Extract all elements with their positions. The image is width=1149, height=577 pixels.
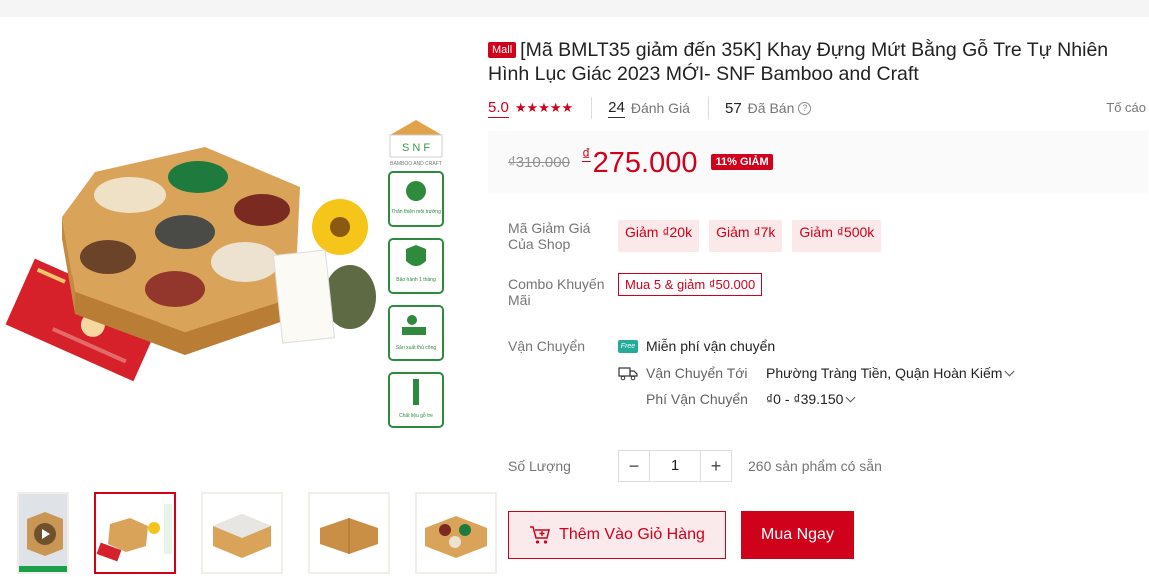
ship-to-label: Vận Chuyển Tới <box>646 365 748 381</box>
quantity-row: Số Lượng − 1 + 260 sản phẩm có sẵn <box>508 450 1148 482</box>
add-to-cart-button[interactable]: Thêm Vào Giỏ Hàng <box>508 511 726 559</box>
old-price: ₫310.000 <box>508 153 570 171</box>
combo-row: Combo Khuyến Mãi Mua 5 & giảm ₫50.000 <box>508 273 1148 308</box>
divider <box>707 97 709 119</box>
voucher-list: Giảm ₫20k Giảm ₫7k Giảm ₫500k <box>618 220 882 252</box>
action-row: Thêm Vào Giỏ Hàng Mua Ngay <box>508 511 1148 559</box>
product-info: Mall [Mã BMLT35 giảm đến 35K] Khay Đựng M… <box>488 38 1148 559</box>
ship-fee-line: Phí Vận Chuyển ₫0 - ₫39.150 <box>618 388 1013 410</box>
voucher-20k[interactable]: Giảm ₫20k <box>618 220 700 252</box>
divider <box>591 97 593 119</box>
quantity-minus-button[interactable]: − <box>618 450 650 482</box>
discount-badge: 11% GIẢM <box>711 154 773 170</box>
review-count[interactable]: 24 <box>608 99 625 118</box>
badge-label-handmade: Sản xuất thủ công <box>396 344 437 351</box>
truck-icon <box>618 367 638 381</box>
report-link[interactable]: Tố cáo <box>1106 100 1146 115</box>
thumbnail-2[interactable] <box>201 492 283 574</box>
rating-value[interactable]: 5.0 <box>488 99 509 118</box>
combo-label: Combo Khuyến Mãi <box>508 276 605 308</box>
product-title: Mall [Mã BMLT35 giảm đến 35K] Khay Đựng M… <box>488 38 1148 86</box>
free-shipping-text: Miễn phí vận chuyển <box>646 338 776 354</box>
ship-fee-value: ₫0 - ₫39.150 <box>766 391 844 407</box>
rating-stars-icon: ★★★★★ <box>514 100 574 115</box>
warranty-badge: Bảo hành 1 tháng <box>388 238 444 294</box>
badge-label-bamboo: Chất liệu gỗ tre <box>399 412 433 419</box>
hexagon-tray-image: S N F BAMBOO AND CRAFT Thân thiện môi tr… <box>5 120 444 428</box>
shipping-label: Vận Chuyển <box>508 338 586 354</box>
product-title-text: [Mã BMLT35 giảm đến 35K] Khay Đựng Mứt B… <box>488 39 1109 85</box>
quantity-label: Số Lượng <box>508 458 571 474</box>
bamboo-badge: Chất liệu gỗ tre <box>388 372 444 428</box>
ship-to-dropdown[interactable]: Phường Tràng Tiền, Quận Hoàn Kiếm <box>766 365 1015 381</box>
review-label: Đánh Giá <box>630 100 690 116</box>
buy-now-button[interactable]: Mua Ngay <box>741 511 854 559</box>
quantity-input[interactable]: 1 <box>650 450 700 482</box>
shipping-row: Vận Chuyển Free Miễn phí vận chuyển Vận … <box>508 335 1148 410</box>
product-stats: 5.0 ★★★★★ 24 Đánh Giá 57 Đã Bán ? <box>488 97 1148 119</box>
current-price: ₫275.000 <box>582 145 698 180</box>
voucher-row: Mã Giảm Giá Của Shop Giảm ₫20k Giảm ₫7k … <box>508 220 1148 252</box>
shipping-details: Free Miễn phí vận chuyển Vận Chuyển Tới … <box>618 335 1015 410</box>
thumbnail-video[interactable] <box>17 492 69 574</box>
ship-fee-label: Phí Vận Chuyển <box>646 391 748 407</box>
ship-to-value: Phường Tràng Tiền, Quận Hoàn Kiếm <box>766 365 1003 381</box>
handmade-badge: Sản xuất thủ công <box>388 305 444 361</box>
brand-logo-text: S N F <box>402 142 430 154</box>
voucher-500k[interactable]: Giảm ₫500k <box>792 220 882 252</box>
ship-to-line: Vận Chuyển Tới Phường Tràng Tiền, Quận H… <box>618 362 1015 384</box>
thumbnail-1[interactable] <box>94 492 176 574</box>
quantity-stepper: − 1 + <box>618 450 732 482</box>
currency-symbol: ₫ <box>581 144 591 164</box>
badge-label-warranty: Bảo hành 1 tháng <box>396 277 436 283</box>
chevron-down-icon <box>845 392 856 403</box>
thumbnail-4[interactable] <box>415 492 497 574</box>
main-product-image[interactable]: S N F BAMBOO AND CRAFT Thân thiện môi tr… <box>0 17 470 457</box>
combo-offer[interactable]: Mua 5 & giảm ₫50.000 <box>618 273 763 296</box>
thumbnail-strip <box>17 492 497 574</box>
badge-label-eco: Thân thiện môi trường <box>391 209 441 215</box>
brand-logo-sub: BAMBOO AND CRAFT <box>390 161 442 167</box>
free-shipping-icon: Free <box>618 339 638 353</box>
thumbnail-3[interactable] <box>308 492 390 574</box>
price-box: ₫310.000 ₫275.000 11% GIẢM <box>488 131 1148 193</box>
current-price-value: 275.000 <box>592 146 698 179</box>
free-shipping-line: Free Miễn phí vận chuyển <box>618 335 1013 357</box>
voucher-label: Mã Giảm Giá Của Shop <box>508 220 591 252</box>
cart-icon <box>530 526 551 544</box>
mall-badge: Mall <box>488 42 517 58</box>
ship-fee-dropdown[interactable]: ₫0 - ₫39.150 <box>766 391 856 407</box>
eco-badge: Thân thiện môi trường <box>388 171 444 227</box>
voucher-7k[interactable]: Giảm ₫7k <box>709 220 783 252</box>
quantity-plus-button[interactable]: + <box>700 450 732 482</box>
sold-count: 57 <box>724 99 742 117</box>
add-to-cart-label: Thêm Vào Giỏ Hàng <box>559 526 705 543</box>
sold-label: Đã Bán <box>747 100 795 116</box>
help-icon[interactable]: ? <box>798 101 812 115</box>
chevron-down-icon <box>1005 366 1015 377</box>
stock-count: 260 sản phẩm có sẵn <box>748 458 882 474</box>
